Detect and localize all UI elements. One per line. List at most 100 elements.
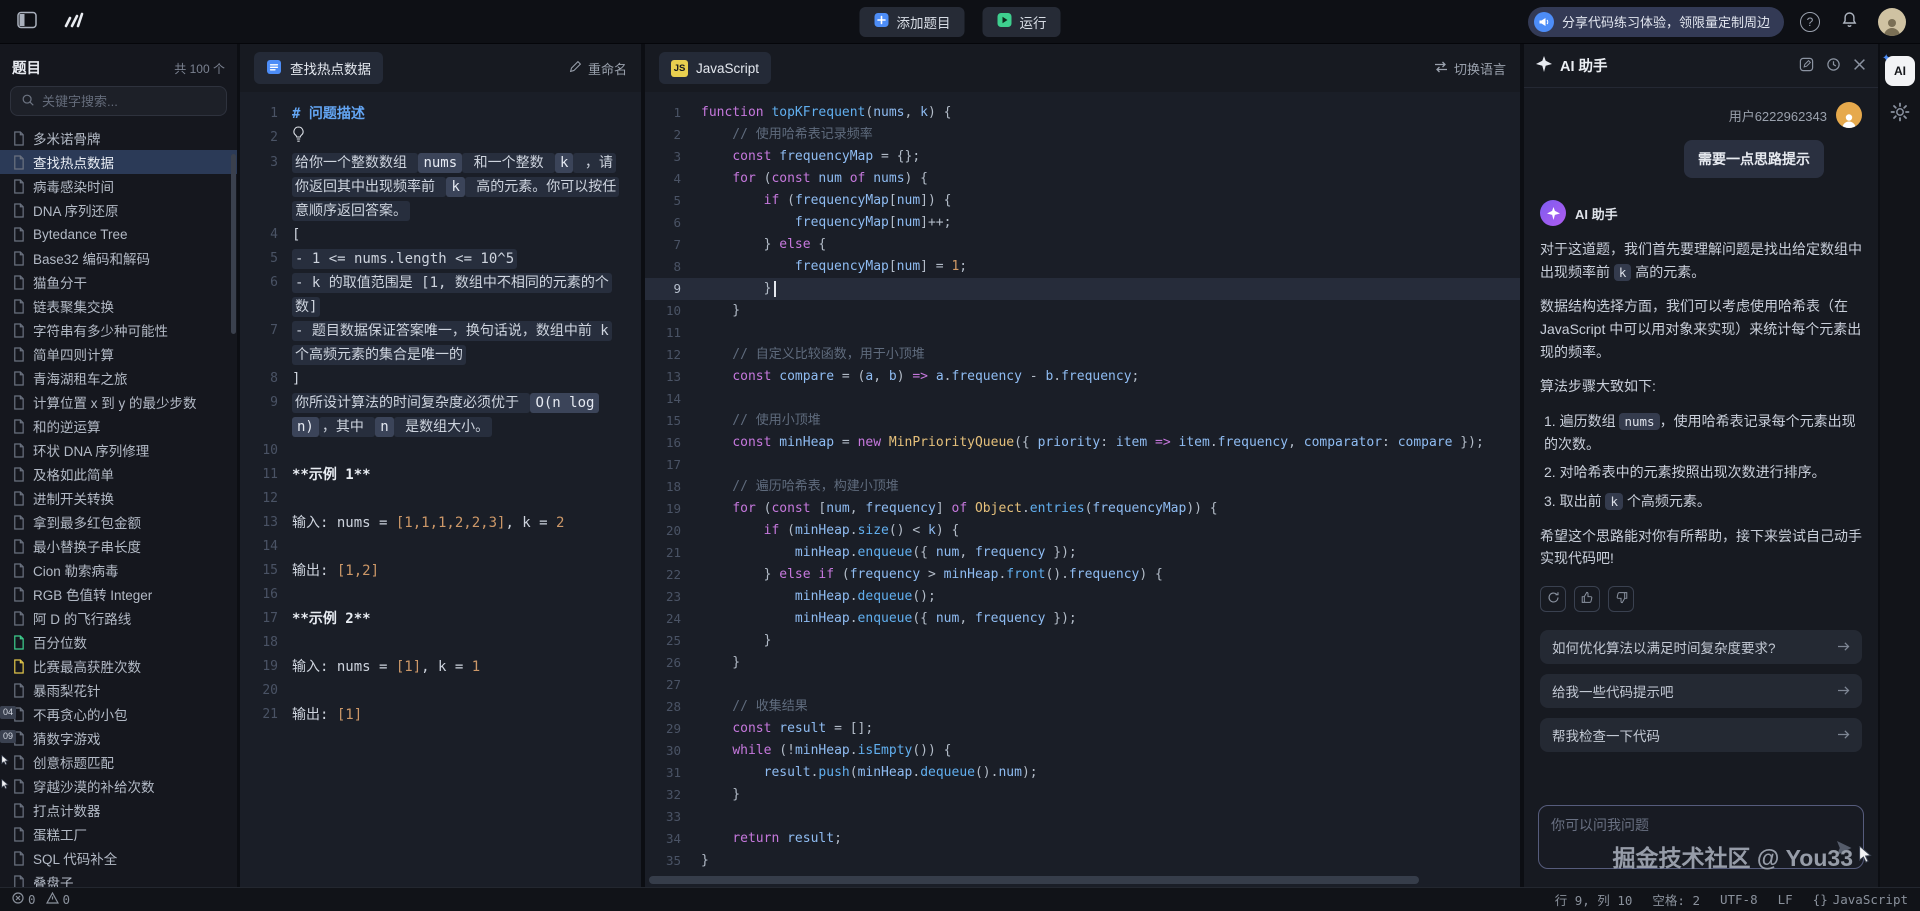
sidebar-item[interactable]: 进制开关转换 [0,486,237,510]
code-line[interactable]: 33 [645,806,1520,828]
sidebar-item[interactable]: 多米诺骨牌 [0,126,237,150]
sidebar-item[interactable]: 创意标题匹配 [0,750,237,774]
app-logo[interactable] [60,9,86,35]
sidebar-item[interactable]: 猫鱼分干 [0,270,237,294]
code-line[interactable]: 29 const result = []; [645,718,1520,740]
code-line[interactable]: 23 minHeap.dequeue(); [645,586,1520,608]
problem-description[interactable]: 1# 问题描述23给你一个整数数组 nums 和一个整数 k ，请你返回其中出现… [240,92,641,887]
indent-setting[interactable]: 空格: 2 [1652,890,1700,909]
regenerate-button[interactable] [1540,586,1566,612]
code-line[interactable]: 14 [645,388,1520,410]
search-input[interactable] [42,94,216,109]
sidebar-item[interactable]: RGB 色值转 Integer [0,582,237,606]
code-line[interactable]: 20 if (minHeap.size() < k) { [645,520,1520,542]
suggestion-chip[interactable]: 如何优化算法以满足时间复杂度要求? [1540,630,1862,664]
sidebar-item[interactable]: 比赛最高获胜次数 [0,654,237,678]
sidebar-item[interactable]: 计算位置 x 到 y 的最少步数 [0,390,237,414]
sidebar-item[interactable]: 04不再贪心的小包 [0,702,237,726]
sidebar-item[interactable]: 最小替换子串长度 [0,534,237,558]
code-line[interactable]: 13 const compare = (a, b) => a.frequency… [645,366,1520,388]
warnings-indicator[interactable]: 0 [46,892,71,907]
code-line[interactable]: 12 // 自定义比较函数，用于小顶堆 [645,344,1520,366]
eol-setting[interactable]: LF [1778,892,1793,907]
sidebar-item[interactable]: SQL 代码补全 [0,846,237,870]
horizontal-scrollbar[interactable] [649,876,1419,884]
language-mode[interactable]: {} JavaScript [1813,892,1908,907]
sidebar-item[interactable]: 蛋糕工厂 [0,822,237,846]
sidebar-item[interactable]: 简单四则计算 [0,342,237,366]
code-line[interactable]: 6 frequencyMap[num]++; [645,212,1520,234]
run-button[interactable]: 运行 [983,7,1061,37]
code-line[interactable]: 25 } [645,630,1520,652]
language-tab[interactable]: JS JavaScript [659,52,771,84]
code-line[interactable]: 24 minHeap.enqueue({ num, frequency }); [645,608,1520,630]
chat-input[interactable] [1539,806,1863,868]
code-line[interactable]: 9 } [645,278,1520,300]
close-icon[interactable] [1853,58,1866,74]
code-line[interactable]: 5 if (frequencyMap[num]) { [645,190,1520,212]
sidebar-item[interactable]: 和的逆运算 [0,414,237,438]
sidebar-item[interactable]: 拿到最多红包金额 [0,510,237,534]
sidebar-item[interactable]: 病毒感染时间 [0,174,237,198]
code-line[interactable]: 11 [645,322,1520,344]
code-line[interactable]: 16 const minHeap = new MinPriorityQueue(… [645,432,1520,454]
sidebar-item[interactable]: 阿 D 的飞行路线 [0,606,237,630]
sidebar-item[interactable]: 青海湖租车之旅 [0,366,237,390]
notifications-button[interactable] [1836,9,1862,35]
thumbs-up-button[interactable] [1574,586,1600,612]
thumbs-down-button[interactable] [1608,586,1634,612]
ai-launcher-button[interactable]: ✦ AI [1885,56,1915,86]
switch-language-button[interactable]: 切换语言 [1434,59,1506,78]
sidebar-item[interactable]: 字符串有多少种可能性 [0,318,237,342]
sidebar-item[interactable]: Base32 编码和解码 [0,246,237,270]
sidebar-item[interactable]: 穿越沙漠的补给次数 [0,774,237,798]
sidebar-item[interactable]: 百分位数 [0,630,237,654]
code-line[interactable]: 26 } [645,652,1520,674]
code-line[interactable]: 1function topKFrequent(nums, k) { [645,102,1520,124]
sidebar-item[interactable]: DNA 序列还原 [0,198,237,222]
code-line[interactable]: 3 const frequencyMap = {}; [645,146,1520,168]
cursor-position[interactable]: 行 9, 列 10 [1555,890,1633,909]
code-line[interactable]: 7 } else { [645,234,1520,256]
promo-banner[interactable]: 分享代码练习体验，领限量定制周边 [1528,7,1784,37]
sidebar-item[interactable]: 环状 DNA 序列修理 [0,438,237,462]
code-line[interactable]: 17 [645,454,1520,476]
code-line[interactable]: 8 frequencyMap[num] = 1; [645,256,1520,278]
sidebar-item[interactable]: 暴雨梨花针 [0,678,237,702]
rename-button[interactable]: 重命名 [569,59,627,78]
code-line[interactable]: 22 } else if (frequency > minHeap.front(… [645,564,1520,586]
suggestion-chip[interactable]: 帮我检查一下代码 [1540,718,1862,752]
sidebar-item[interactable]: 查找热点数据 [0,150,237,174]
history-icon[interactable] [1826,57,1841,75]
sidebar-scrollbar[interactable] [231,154,236,334]
new-chat-icon[interactable] [1799,57,1814,75]
code-line[interactable]: 4 for (const num of nums) { [645,168,1520,190]
code-line[interactable]: 34 return result; [645,828,1520,850]
user-avatar[interactable] [1878,8,1906,36]
code-line[interactable]: 10 } [645,300,1520,322]
code-line[interactable]: 35} [645,850,1520,872]
help-button[interactable]: ? [1800,12,1820,32]
code-line[interactable]: 32 } [645,784,1520,806]
sidebar-item[interactable]: 叠盘子 [0,870,237,887]
sidebar-item[interactable]: Cion 勒索病毒 [0,558,237,582]
code-line[interactable]: 28 // 收集结果 [645,696,1520,718]
sidebar-item[interactable]: 打点计数器 [0,798,237,822]
sidebar-item[interactable]: 及格如此简单 [0,462,237,486]
code-area[interactable]: 1function topKFrequent(nums, k) {2 // 使用… [645,92,1520,887]
code-line[interactable]: 31 result.push(minHeap.dequeue().num); [645,762,1520,784]
send-icon[interactable] [1835,839,1853,860]
settings-tool-button[interactable] [1890,102,1910,125]
chat-input-box[interactable] [1538,805,1864,869]
sidebar-item[interactable]: 09猜数字游戏 [0,726,237,750]
code-line[interactable]: 15 // 使用小顶堆 [645,410,1520,432]
suggestion-chip[interactable]: 给我一些代码提示吧 [1540,674,1862,708]
code-line[interactable]: 21 minHeap.enqueue({ num, frequency }); [645,542,1520,564]
code-line[interactable]: 2 // 使用哈希表记录频率 [645,124,1520,146]
add-problem-button[interactable]: 添加题目 [860,7,965,37]
code-line[interactable]: 18 // 遍历哈希表，构建小顶堆 [645,476,1520,498]
sidebar-item[interactable]: Bytedance Tree [0,222,237,246]
code-line[interactable]: 19 for (const [num, frequency] of Object… [645,498,1520,520]
code-line[interactable]: 27 [645,674,1520,696]
errors-indicator[interactable]: 0 [12,892,36,907]
